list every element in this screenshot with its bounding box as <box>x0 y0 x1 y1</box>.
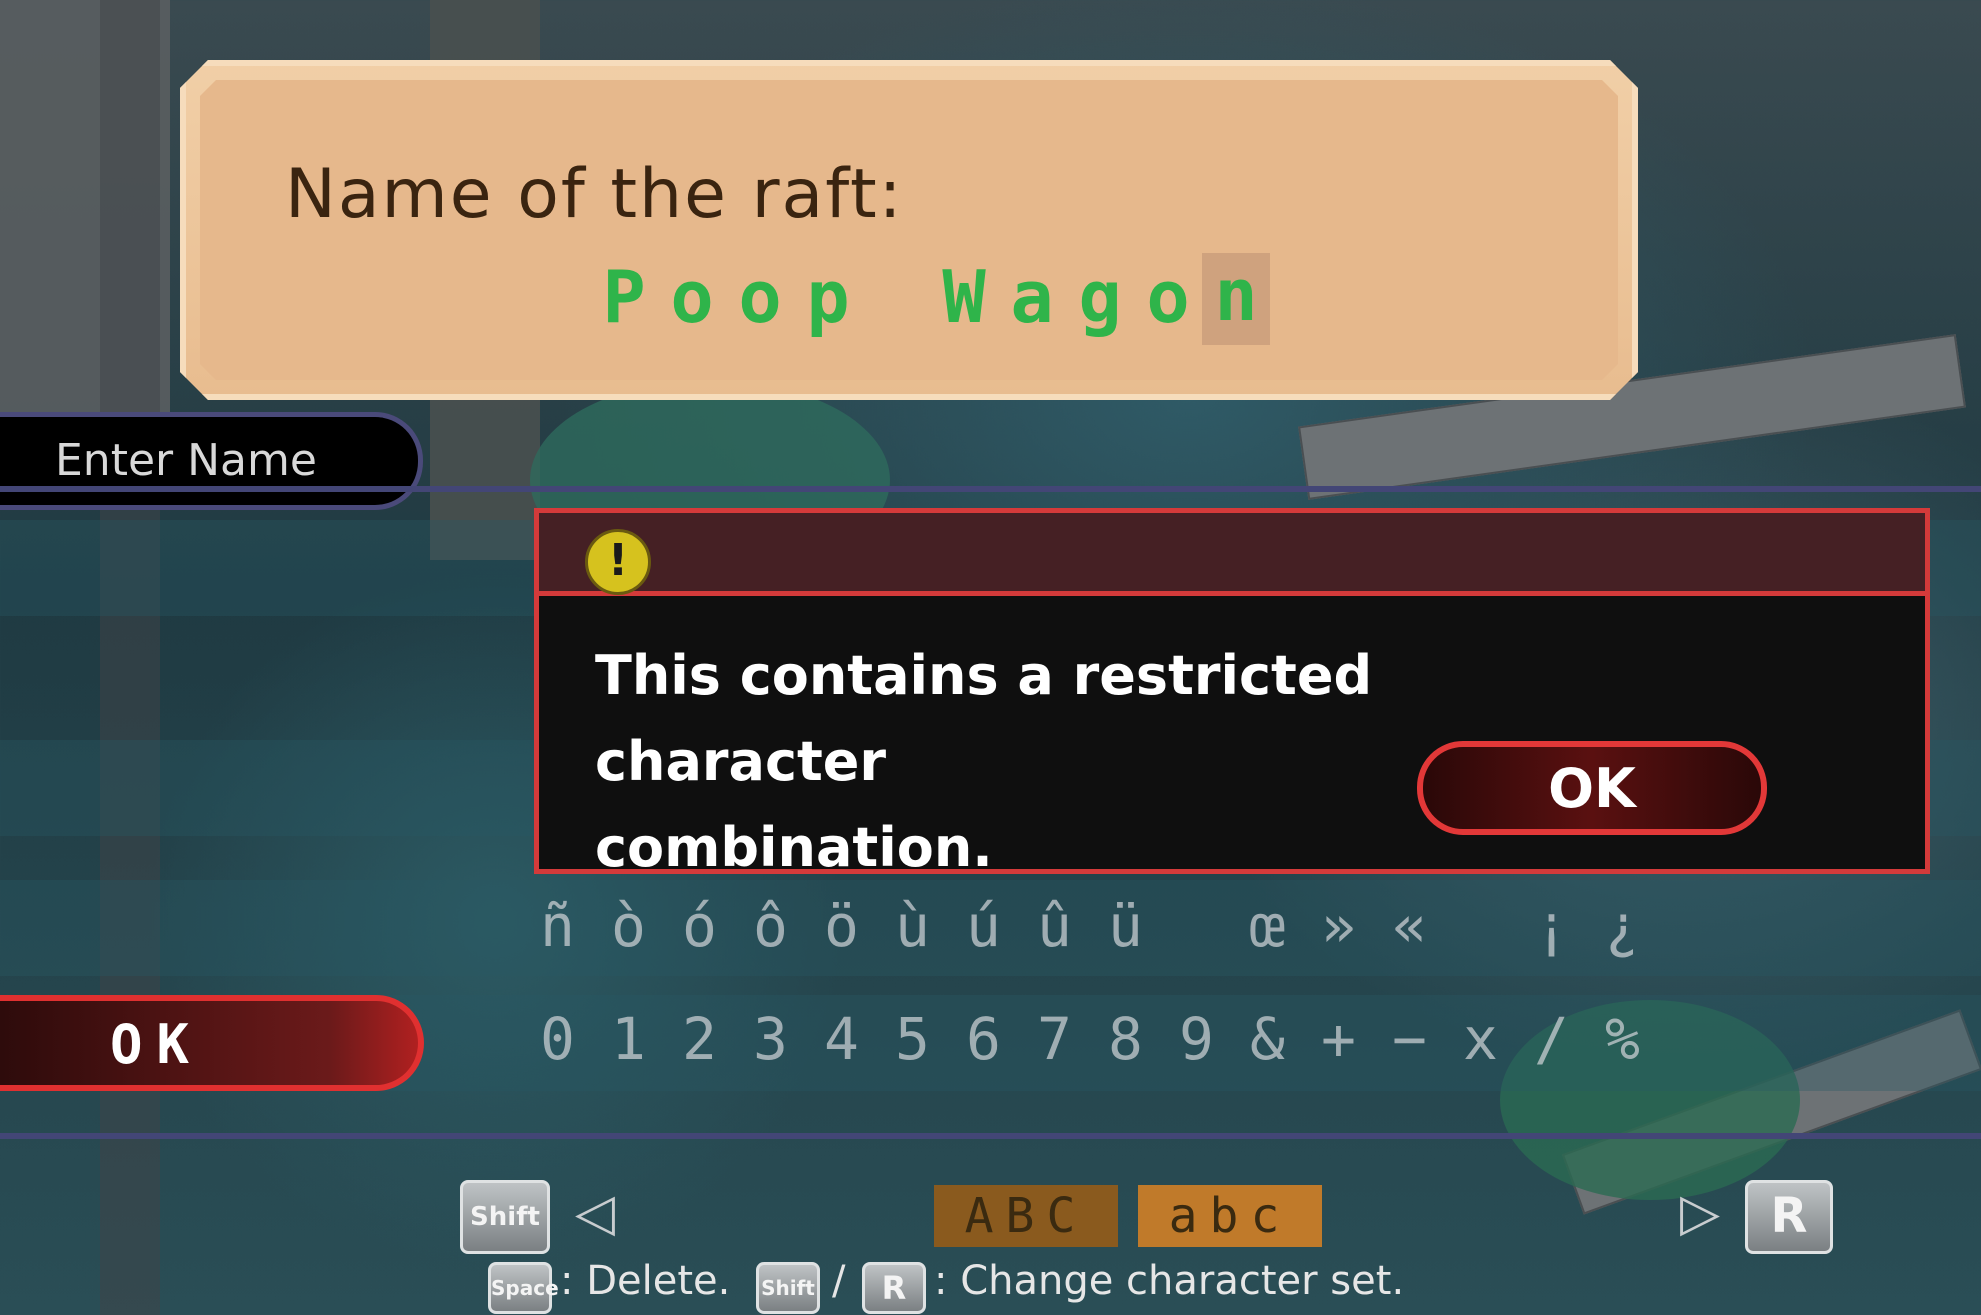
char-row-numbers: 0 1 2 3 4 5 6 7 8 9 & + − x / % <box>522 1005 1658 1073</box>
enter-name-label: Enter Name <box>55 435 317 486</box>
r-key-small-icon: R <box>862 1262 926 1314</box>
char-key <box>1161 892 1232 960</box>
shift-key-label: Shift <box>470 1202 540 1232</box>
char-key[interactable]: ô <box>735 892 806 960</box>
shift-key-small-label: Shift <box>761 1276 815 1300</box>
name-char <box>862 255 930 345</box>
shift-key-small-icon: Shift <box>756 1262 820 1314</box>
arrow-right-icon[interactable]: ▷ <box>1680 1183 1720 1243</box>
name-char: W <box>942 255 986 339</box>
char-row-accents: ñ ò ó ô ö ù ú û ü œ » « ¡ ¿ <box>522 892 1658 960</box>
change-charset-hint: : Change character set. <box>934 1258 1405 1304</box>
divider-bottom <box>0 1133 1981 1139</box>
char-key[interactable]: 1 <box>593 1005 664 1073</box>
confirm-name-label: OK <box>110 1013 204 1076</box>
char-key[interactable]: ò <box>593 892 664 960</box>
tree-shadow <box>100 0 160 1315</box>
dialog-header: ! <box>539 513 1925 596</box>
char-key[interactable]: 8 <box>1090 1005 1161 1073</box>
raft-name-panel: Name of the raft: P o o p W a g o n <box>180 60 1638 400</box>
charset-tab-lower[interactable]: abc <box>1138 1185 1322 1247</box>
char-key[interactable]: 6 <box>948 1005 1019 1073</box>
name-char: o <box>670 255 714 339</box>
confirm-name-button[interactable]: OK <box>0 995 424 1091</box>
char-key[interactable]: ü <box>1090 892 1161 960</box>
char-key[interactable]: / <box>1516 1005 1587 1073</box>
r-key-label: R <box>1770 1188 1808 1244</box>
name-char: g <box>1078 255 1122 339</box>
r-key-icon[interactable]: R <box>1745 1180 1833 1254</box>
char-key[interactable]: ö <box>806 892 877 960</box>
char-key <box>1445 892 1516 960</box>
char-key[interactable]: & <box>1232 1005 1303 1073</box>
name-char: o <box>1146 255 1190 339</box>
shift-key-icon[interactable]: Shift <box>460 1180 550 1254</box>
name-char: o <box>738 255 782 339</box>
char-key[interactable]: » <box>1303 892 1374 960</box>
char-key[interactable]: ú <box>948 892 1019 960</box>
restricted-name-dialog: ! This contains a restricted character c… <box>534 508 1930 879</box>
char-key[interactable]: « <box>1374 892 1445 960</box>
r-key-small-label: R <box>881 1269 907 1307</box>
enter-name-tab: Enter Name <box>0 412 423 510</box>
name-char: a <box>1010 255 1054 339</box>
char-key[interactable]: − <box>1374 1005 1445 1073</box>
char-key[interactable]: + <box>1303 1005 1374 1073</box>
dialog-ok-button[interactable]: OK <box>1417 741 1767 835</box>
char-key[interactable]: 5 <box>877 1005 948 1073</box>
exclamation-icon: ! <box>585 529 651 595</box>
char-key[interactable]: % <box>1587 1005 1658 1073</box>
char-key[interactable]: ó <box>664 892 735 960</box>
name-char: P <box>602 255 646 339</box>
raft-name-value[interactable]: P o o p W a g o n <box>590 255 1270 345</box>
divider-top <box>0 486 1981 492</box>
charset-tab-upper[interactable]: ABC <box>934 1185 1118 1247</box>
dialog-ok-label: OK <box>1548 757 1636 820</box>
name-char: p <box>806 255 850 339</box>
slash-separator: / <box>832 1258 846 1304</box>
char-key[interactable]: 2 <box>664 1005 735 1073</box>
text-cursor: n <box>1202 253 1270 345</box>
char-key[interactable]: û <box>1019 892 1090 960</box>
arrow-left-icon[interactable]: ◁ <box>575 1183 615 1243</box>
space-key-icon: Space <box>488 1262 559 1314</box>
char-key[interactable]: ñ <box>522 892 593 960</box>
char-key[interactable]: œ <box>1232 892 1303 960</box>
raft-name-label: Name of the raft: <box>285 155 904 234</box>
char-key[interactable]: ¡ <box>1516 892 1587 960</box>
char-key[interactable]: x <box>1445 1005 1516 1073</box>
char-key[interactable]: ¿ <box>1587 892 1658 960</box>
delete-hint: : Delete. <box>560 1258 731 1304</box>
space-key-label: Space <box>491 1276 559 1300</box>
char-key[interactable]: 7 <box>1019 1005 1090 1073</box>
char-key[interactable]: ù <box>877 892 948 960</box>
char-key[interactable]: 0 <box>522 1005 593 1073</box>
char-key[interactable]: 3 <box>735 1005 806 1073</box>
char-key[interactable]: 4 <box>806 1005 877 1073</box>
char-key[interactable]: 9 <box>1161 1005 1232 1073</box>
